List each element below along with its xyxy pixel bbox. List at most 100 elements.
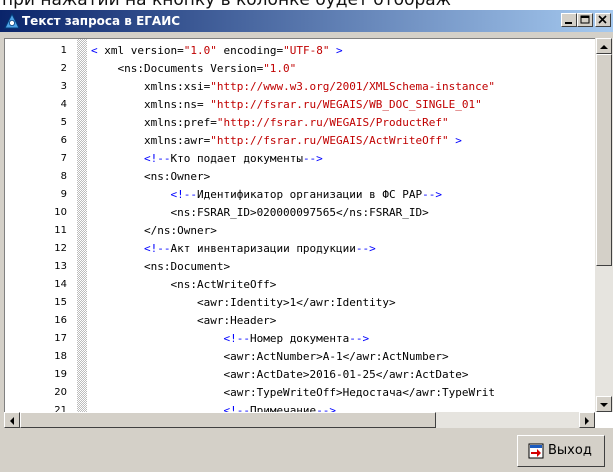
code-line: 4 xmlns:ns= "http://fsrar.ru/WEGAIS/WB_D… — [5, 96, 613, 114]
vertical-scrollbar[interactable] — [595, 38, 613, 412]
code-line: 16 <awr:Header> — [5, 312, 613, 330]
code-token: --> — [355, 242, 376, 255]
line-number: 1 — [60, 45, 67, 56]
code-line: 19 <awr:ActDate>2016-01-25</awr:ActDate> — [5, 366, 613, 384]
minimize-button[interactable] — [561, 13, 577, 27]
line-number: 6 — [60, 135, 67, 146]
horizontal-scrollbar[interactable] — [4, 412, 595, 428]
code-text: <ns:Owner> — [91, 168, 210, 186]
arrow-up-icon — [600, 45, 608, 49]
code-token: > — [329, 44, 343, 57]
scroll-right-button[interactable] — [579, 412, 595, 428]
code-text: <!--Кто подает документы--> — [91, 150, 323, 168]
code-token: --> — [422, 188, 443, 201]
line-number: 8 — [60, 171, 67, 182]
code-text: < xml version="1.0" encoding="UTF-8" > — [91, 42, 343, 60]
code-text: <awr:Identity>1</awr:Identity> — [91, 294, 396, 312]
code-token: <!-- — [91, 332, 250, 345]
code-line: 9 <!--Идентификатор организации в ФС РАР… — [5, 186, 613, 204]
code-token: encoding= — [216, 44, 284, 57]
xml-code-view[interactable]: 1 < xml version="1.0" encoding="UTF-8" >2… — [4, 38, 613, 428]
code-token: <ns:Documents Version= — [91, 62, 264, 75]
arrow-right-icon — [585, 417, 589, 425]
code-line: 6 xmlns:awr="http://fsrar.ru/WEGAIS/ActW… — [5, 132, 613, 150]
line-number: 12 — [54, 243, 67, 254]
line-number: 20 — [54, 387, 67, 398]
code-lines: 1 < xml version="1.0" encoding="UTF-8" >2… — [5, 42, 613, 428]
code-line: 1 < xml version="1.0" encoding="UTF-8" > — [5, 42, 613, 60]
arrow-left-icon — [10, 417, 14, 425]
exit-button-label: Выход — [548, 443, 592, 458]
code-token: <awr:Identity>1</awr:Identity> — [91, 296, 396, 309]
code-token: <ns:Owner> — [91, 170, 211, 183]
line-number: 5 — [60, 117, 67, 128]
code-text: <awr:Header> — [91, 312, 276, 330]
code-token: <!-- — [91, 188, 197, 201]
line-number: 11 — [54, 225, 67, 236]
code-token: "UTF-8" — [283, 44, 330, 57]
code-line: 5 xmlns:pref="http://fsrar.ru/WEGAIS/Pro… — [5, 114, 613, 132]
line-number: 18 — [54, 351, 67, 362]
code-line: 3 xmlns:xsi="http://www.w3.org/2001/XMLS… — [5, 78, 613, 96]
code-line: 2 <ns:Documents Version="1.0" — [5, 60, 613, 78]
code-token: "1.0" — [183, 44, 217, 57]
code-token: < — [91, 44, 98, 57]
code-token: Кто подает документы — [170, 152, 303, 165]
code-token: "1.0" — [263, 62, 297, 75]
scroll-up-button[interactable] — [596, 38, 612, 54]
code-token: > — [448, 134, 462, 147]
code-token: xmlns:ns= — [91, 98, 211, 111]
vertical-scroll-thumb[interactable] — [596, 54, 612, 266]
code-token: --> — [349, 332, 370, 345]
code-text: <ns:ActWriteOff> — [91, 276, 276, 294]
code-text: <!--Акт инвентаризации продукции--> — [91, 240, 376, 258]
code-token: <!-- — [91, 242, 171, 255]
code-token: <awr:ActDate>2016-01-25</awr:ActDate> — [91, 368, 469, 381]
exit-button[interactable]: Выход — [517, 435, 605, 467]
scroll-down-button[interactable] — [596, 396, 612, 412]
code-token: <awr:TypeWriteOff>Недостача</awr:TypeWri… — [91, 386, 495, 399]
code-token: xmlns:awr= — [91, 134, 211, 147]
line-number: 17 — [54, 333, 67, 344]
line-number: 2 — [60, 63, 67, 74]
line-number: 3 — [60, 81, 67, 92]
code-token: <awr:Header> — [91, 314, 277, 327]
title-bar[interactable]: Текст запроса в ЕГАИС — [0, 10, 613, 32]
code-line: 17 <!--Номер документа--> — [5, 330, 613, 348]
code-token: xml version= — [97, 44, 184, 57]
code-text: xmlns:awr="http://fsrar.ru/WEGAIS/ActWri… — [91, 132, 462, 150]
code-line: 7 <!--Кто подает документы--> — [5, 150, 613, 168]
code-token: "http://fsrar.ru/WEGAIS/ActWriteOff" — [210, 134, 449, 147]
code-line: 12 <!--Акт инвентаризации продукции--> — [5, 240, 613, 258]
code-text: <!--Идентификатор организации в ФС РАР--… — [91, 186, 442, 204]
line-number: 7 — [60, 153, 67, 164]
code-token: Номер документа — [249, 332, 350, 345]
line-number: 9 — [60, 189, 67, 200]
code-token: xmlns:xsi= — [91, 80, 211, 93]
arrow-down-icon — [600, 403, 608, 407]
horizontal-scroll-thumb[interactable] — [20, 412, 436, 428]
code-line: 20 <awr:TypeWriteOff>Недостача</awr:Type… — [5, 384, 613, 402]
code-text: <awr:TypeWriteOff>Недостача</awr:TypeWri… — [91, 384, 495, 402]
code-token: <ns:Document> — [91, 260, 231, 273]
code-token: Идентификатор организации в ФС РАР — [196, 188, 423, 201]
code-token: "http://www.w3.org/2001/XMLSchema-instan… — [210, 80, 495, 93]
line-number: 4 — [60, 99, 67, 110]
scroll-left-button[interactable] — [4, 412, 20, 428]
code-token: Акт инвентаризации продукции — [170, 242, 356, 255]
code-token: <!-- — [91, 152, 171, 165]
code-text: <ns:Document> — [91, 258, 230, 276]
code-line: 13 <ns:Document> — [5, 258, 613, 276]
code-token: "http://fsrar.ru/WEGAIS/ProductRef" — [216, 116, 449, 129]
code-text: </ns:Owner> — [91, 222, 217, 240]
code-line: 15 <awr:Identity>1</awr:Identity> — [5, 294, 613, 312]
app-icon — [4, 12, 20, 29]
code-token: "http://fsrar.ru/WEGAIS/WB_DOC_SINGLE_01… — [210, 98, 482, 111]
code-text: <ns:FSRAR_ID>020000097565</ns:FSRAR_ID> — [91, 204, 428, 222]
code-token: --> — [302, 152, 323, 165]
code-line: 18 <awr:ActNumber>A-1</awr:ActNumber> — [5, 348, 613, 366]
egais-request-window: Текст запроса в ЕГАИС 1 < xml version="1.… — [0, 10, 613, 472]
window-title: Текст запроса в ЕГАИС — [22, 14, 181, 28]
maximize-button[interactable] — [577, 13, 593, 27]
close-button[interactable] — [595, 13, 611, 27]
